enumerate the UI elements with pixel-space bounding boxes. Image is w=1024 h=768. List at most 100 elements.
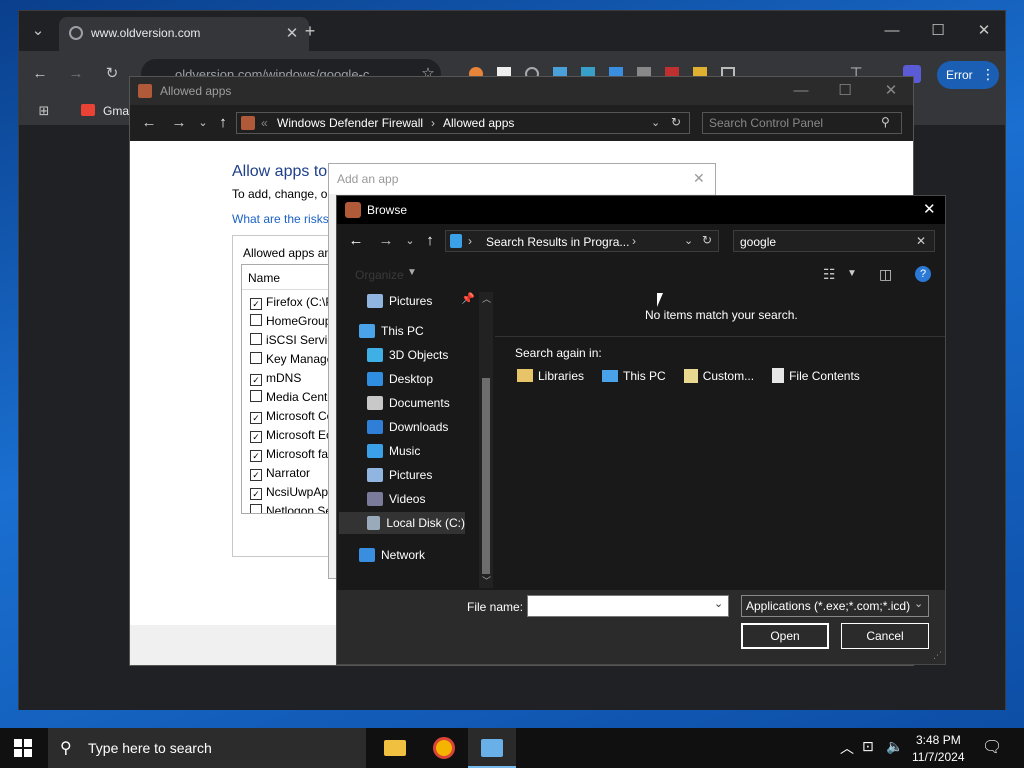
nav-item-network[interactable]: Network xyxy=(359,544,425,566)
app-checkbox[interactable] xyxy=(250,352,262,364)
minimize-icon[interactable]: — xyxy=(881,20,903,42)
open-button[interactable]: Open xyxy=(741,623,829,649)
app-checkbox[interactable]: ✓ xyxy=(250,450,262,462)
apps-grid-icon[interactable]: ⊞ xyxy=(33,100,55,122)
view-chevron-icon[interactable]: ▼ xyxy=(847,268,857,279)
app-row[interactable]: Netlogon Se xyxy=(250,504,332,513)
app-checkbox[interactable] xyxy=(250,504,262,513)
search-location-libraries[interactable]: Libraries xyxy=(517,368,584,383)
search-location-custom[interactable]: Custom... xyxy=(683,368,754,383)
resize-grip-icon[interactable]: ⋰ xyxy=(933,650,942,661)
taskbar-search[interactable]: ⚲ Type here to search xyxy=(48,728,366,768)
browse-path[interactable]: › Search Results in Progra... › ⌄ ↻ xyxy=(445,230,719,252)
breadcrumb[interactable]: « Windows Defender Firewall › Allowed ap… xyxy=(236,112,690,134)
help-icon[interactable]: ? xyxy=(915,266,931,282)
nav-item-pictures[interactable]: Pictures xyxy=(367,464,432,486)
app-checkbox[interactable] xyxy=(250,314,262,326)
clock-date[interactable]: 11/7/2024 xyxy=(912,750,965,764)
file-name-input[interactable]: ⌄ xyxy=(527,595,729,617)
scroll-up-icon[interactable]: ︿ xyxy=(482,292,491,305)
app-row[interactable]: ✓ Microsoft Co xyxy=(250,409,333,428)
cancel-button[interactable]: Cancel xyxy=(841,623,929,649)
bookmark-gmail[interactable]: Gma xyxy=(103,104,129,118)
nav-item-pictures[interactable]: Pictures xyxy=(367,290,432,312)
browser-tab[interactable]: www.oldversion.com ✕ xyxy=(59,17,309,51)
app-checkbox[interactable] xyxy=(250,390,262,402)
new-tab-icon[interactable]: + xyxy=(299,20,321,42)
back-icon[interactable]: ← xyxy=(29,63,51,85)
organize-button[interactable]: Organize xyxy=(355,268,404,282)
scroll-thumb[interactable] xyxy=(482,378,490,574)
control-panel-taskbar-button[interactable] xyxy=(468,728,516,768)
file-explorer-taskbar-button[interactable] xyxy=(372,728,420,768)
back-icon[interactable]: ← xyxy=(345,230,367,252)
breadcrumb-item[interactable]: Allowed apps xyxy=(443,116,514,130)
up-icon[interactable]: ↑ xyxy=(419,230,441,252)
app-checkbox[interactable]: ✓ xyxy=(250,488,262,500)
nav-item-videos[interactable]: Videos xyxy=(367,488,425,510)
tab-search-chevron-icon[interactable]: ⌄ xyxy=(27,20,49,42)
refresh-icon[interactable]: ↻ xyxy=(702,233,712,247)
up-icon[interactable]: ↑ xyxy=(212,112,234,134)
chevron-down-icon[interactable]: ⌄ xyxy=(651,116,660,129)
notifications-icon[interactable]: 🗨 xyxy=(982,737,1002,757)
minimize-icon[interactable]: — xyxy=(790,80,812,102)
app-row[interactable]: HomeGroup xyxy=(250,314,331,333)
app-row[interactable]: ✓ mDNS xyxy=(250,371,301,390)
search-location-file-contents[interactable]: File Contents xyxy=(772,368,860,383)
preview-pane-icon[interactable]: ◫ xyxy=(879,266,892,283)
recent-chevron-icon[interactable]: ⌄ xyxy=(192,112,214,134)
nav-item-documents[interactable]: Documents xyxy=(367,392,450,414)
close-icon[interactable]: ✕ xyxy=(880,80,902,102)
nav-item-local-disk[interactable]: Local Disk (C:) xyxy=(339,512,465,534)
view-options-icon[interactable]: ☷ xyxy=(823,266,836,283)
close-icon[interactable]: ✕ xyxy=(693,170,705,187)
file-type-select[interactable]: Applications (*.exe;*.com;*.icd) ⌄ xyxy=(741,595,929,617)
volume-icon[interactable]: 🔈 xyxy=(886,738,903,755)
error-button[interactable]: Error ⋮ xyxy=(937,61,999,89)
app-row[interactable]: iSCSI Service xyxy=(250,333,340,352)
forward-icon[interactable]: → xyxy=(65,63,87,85)
app-row[interactable]: ✓ NcsiUwpApp xyxy=(250,485,335,504)
app-row[interactable]: ✓ Firefox (C:\P xyxy=(250,295,333,314)
nav-scrollbar[interactable]: ︿ ﹀ xyxy=(479,292,493,588)
app-checkbox[interactable]: ✓ xyxy=(250,431,262,443)
windows-start-icon[interactable] xyxy=(14,739,32,757)
nav-item-music[interactable]: Music xyxy=(367,440,420,462)
nav-item-desktop[interactable]: Desktop xyxy=(367,368,433,390)
column-header-name[interactable]: Name xyxy=(248,271,280,285)
clock-time[interactable]: 3:48 PM xyxy=(916,733,961,747)
refresh-icon[interactable]: ↻ xyxy=(671,115,681,129)
maximize-icon[interactable]: ☐ xyxy=(927,20,949,42)
forward-icon[interactable]: → xyxy=(168,112,190,134)
app-checkbox[interactable]: ✓ xyxy=(250,469,262,481)
app-row[interactable]: ✓ Microsoft fa xyxy=(250,447,328,466)
nav-item-downloads[interactable]: Downloads xyxy=(367,416,448,438)
app-row[interactable]: ✓ Microsoft Ec xyxy=(250,428,332,447)
app-row[interactable]: Key Manage xyxy=(250,352,333,371)
reload-icon[interactable]: ↻ xyxy=(101,63,123,85)
risks-link[interactable]: What are the risks xyxy=(232,212,329,226)
back-icon[interactable]: ← xyxy=(138,112,160,134)
close-icon[interactable]: ✕ xyxy=(923,200,936,218)
chevron-down-icon[interactable]: ⌄ xyxy=(714,597,723,610)
app-checkbox[interactable]: ✓ xyxy=(250,298,262,310)
forward-icon[interactable]: → xyxy=(375,230,397,252)
chrome-taskbar-button[interactable] xyxy=(420,728,468,768)
nav-item-this-pc[interactable]: This PC xyxy=(359,320,424,342)
app-checkbox[interactable]: ✓ xyxy=(250,412,262,424)
close-window-icon[interactable]: ✕ xyxy=(973,20,995,42)
nav-item-3d-objects[interactable]: 3D Objects xyxy=(367,344,448,366)
network-status-icon[interactable]: ⊡ xyxy=(862,738,874,755)
browse-search-input[interactable]: google ✕ xyxy=(733,230,935,252)
show-hidden-icons-icon[interactable]: ︿ xyxy=(840,738,854,758)
recent-chevron-icon[interactable]: ⌄ xyxy=(399,230,421,252)
app-checkbox[interactable] xyxy=(250,333,262,345)
breadcrumb-item[interactable]: Windows Defender Firewall xyxy=(277,116,423,130)
app-checkbox[interactable]: ✓ xyxy=(250,374,262,386)
maximize-icon[interactable]: ☐ xyxy=(834,80,856,102)
scroll-down-icon[interactable]: ﹀ xyxy=(482,574,491,587)
control-panel-search[interactable]: Search Control Panel ⚲ xyxy=(702,112,902,134)
chevron-down-icon[interactable]: ⌄ xyxy=(684,234,693,247)
clear-search-icon[interactable]: ✕ xyxy=(916,234,926,248)
